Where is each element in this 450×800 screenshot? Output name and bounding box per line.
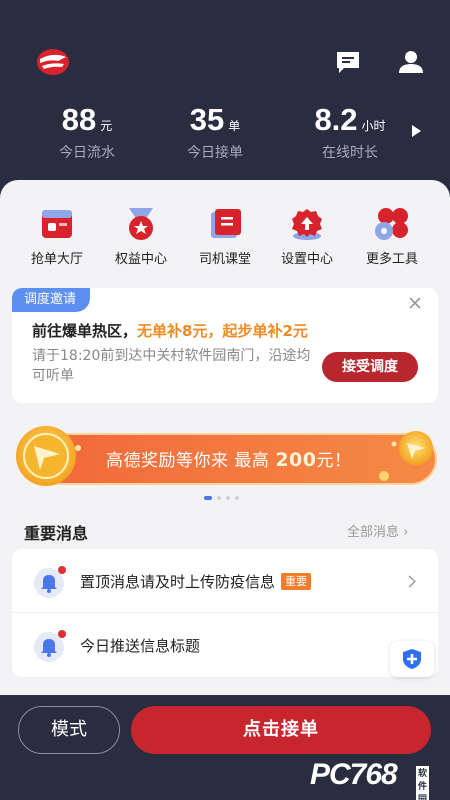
quick-classroom[interactable]: 司机课堂 [188, 206, 262, 267]
dispatch-title-prefix: 前往爆单热区， [32, 322, 138, 340]
message-icon[interactable] [335, 50, 361, 74]
stat-income-value: 88 [61, 102, 97, 137]
promo-banner[interactable]: 高德奖励等你来 最高 200元！ [14, 424, 438, 490]
stat-orders-unit: 单 [228, 119, 241, 133]
quick-settings[interactable]: 设置中心 [270, 206, 344, 267]
header [0, 0, 450, 200]
messages-title: 重要消息 [24, 524, 89, 543]
arrow-right-icon[interactable] [410, 124, 422, 138]
stat-online: 8.2 小时 在线时长 [300, 102, 400, 162]
stat-income-label: 今日流水 [59, 145, 115, 161]
watermark-sub: 软件园 [416, 766, 430, 800]
coin-small-icon [399, 431, 433, 465]
stats-row[interactable]: 88 元 今日流水 35 单 今日接单 8.2 小时 在线时长 [0, 102, 450, 162]
banner-text-main: 高德奖励等你来 最高 [106, 451, 270, 471]
stat-income-unit: 元 [100, 119, 113, 133]
banner-text: 高德奖励等你来 最高 200元！ [106, 446, 351, 471]
banner-dot[interactable] [217, 496, 221, 500]
chevron-right-icon: › [403, 525, 409, 540]
quick-order-hall-label: 抢单大厅 [30, 252, 83, 267]
banner-dot[interactable] [235, 496, 239, 500]
gear-icon [292, 209, 322, 240]
banner-dots [204, 496, 239, 502]
book-icon [211, 209, 241, 238]
user-icon[interactable] [398, 50, 424, 74]
shield-icon [403, 649, 421, 669]
dispatch-title: 前往爆单热区，无单补8元，起步单补2元 [32, 320, 308, 341]
message-text: 置顶消息请及时上传防疫信息 重要 [80, 571, 312, 592]
chevron-right-icon [408, 575, 416, 588]
quick-order-hall[interactable]: 抢单大厅 [20, 206, 94, 267]
tools-icon [375, 208, 408, 240]
stat-orders-value: 35 [189, 102, 225, 137]
all-messages-link[interactable]: 全部消息 › [347, 521, 408, 540]
take-order-button[interactable]: 点击接单 [131, 706, 431, 754]
accept-dispatch-button[interactable]: 接受调度 [322, 352, 418, 382]
dispatch-card: 调度邀请 前往爆单热区，无单补8元，起步单补2元 请于18:20前到达中关村软件… [12, 288, 438, 403]
logo-icon [37, 49, 69, 75]
coin-icon [16, 426, 76, 486]
important-badge: 重要 [281, 573, 312, 590]
stat-online-unit: 小时 [361, 119, 386, 133]
watermark: PC768 软件园 [310, 758, 430, 800]
quick-tools[interactable]: 更多工具 [355, 206, 429, 267]
medal-icon [129, 208, 153, 240]
quick-tools-label: 更多工具 [365, 252, 418, 267]
close-icon[interactable] [408, 296, 422, 310]
quick-benefits-label: 权益中心 [114, 252, 167, 267]
quick-classroom-label: 司机课堂 [198, 252, 251, 267]
watermark-text: PC768 [310, 758, 398, 791]
dispatch-tag: 调度邀请 [12, 288, 91, 312]
stat-income: 88 元 今日流水 [42, 102, 132, 162]
dispatch-title-highlight: 无单补8元，起步单补2元 [137, 322, 308, 340]
list-item[interactable]: 置顶消息请及时上传防疫信息 重要 [12, 549, 438, 613]
order-hall-icon [42, 210, 72, 238]
quick-settings-label: 设置中心 [280, 252, 333, 267]
list-item[interactable]: 今日推送信息标题 [12, 613, 438, 677]
banner-dot[interactable] [204, 496, 212, 500]
banner-amount: 200 [275, 449, 317, 471]
banner-suffix: 元！ [316, 451, 352, 471]
quick-benefits[interactable]: 权益中心 [104, 206, 178, 267]
all-messages-label: 全部消息 [347, 525, 400, 540]
dispatch-desc: 请于18:20前到达中关村软件园南门，沿途均可听单 [32, 348, 311, 384]
stat-orders: 35 单 今日接单 [170, 102, 260, 162]
banner-dot[interactable] [226, 496, 230, 500]
quick-actions: 抢单大厅 权益中心 司机课堂 设置中心 更多工具 [0, 206, 450, 270]
bell-icon [34, 566, 66, 598]
message-text: 今日推送信息标题 [80, 637, 201, 655]
messages-list: 置顶消息请及时上传防疫信息 重要 今日推送信息标题 [12, 549, 438, 677]
stat-orders-label: 今日接单 [187, 145, 243, 161]
message-text-content: 置顶消息请及时上传防疫信息 [80, 573, 276, 591]
bell-icon [34, 630, 66, 662]
stat-online-value: 8.2 [314, 102, 358, 137]
mode-button[interactable]: 模式 [18, 706, 120, 754]
safety-shield-button[interactable] [390, 641, 434, 677]
stat-online-label: 在线时长 [322, 145, 378, 161]
